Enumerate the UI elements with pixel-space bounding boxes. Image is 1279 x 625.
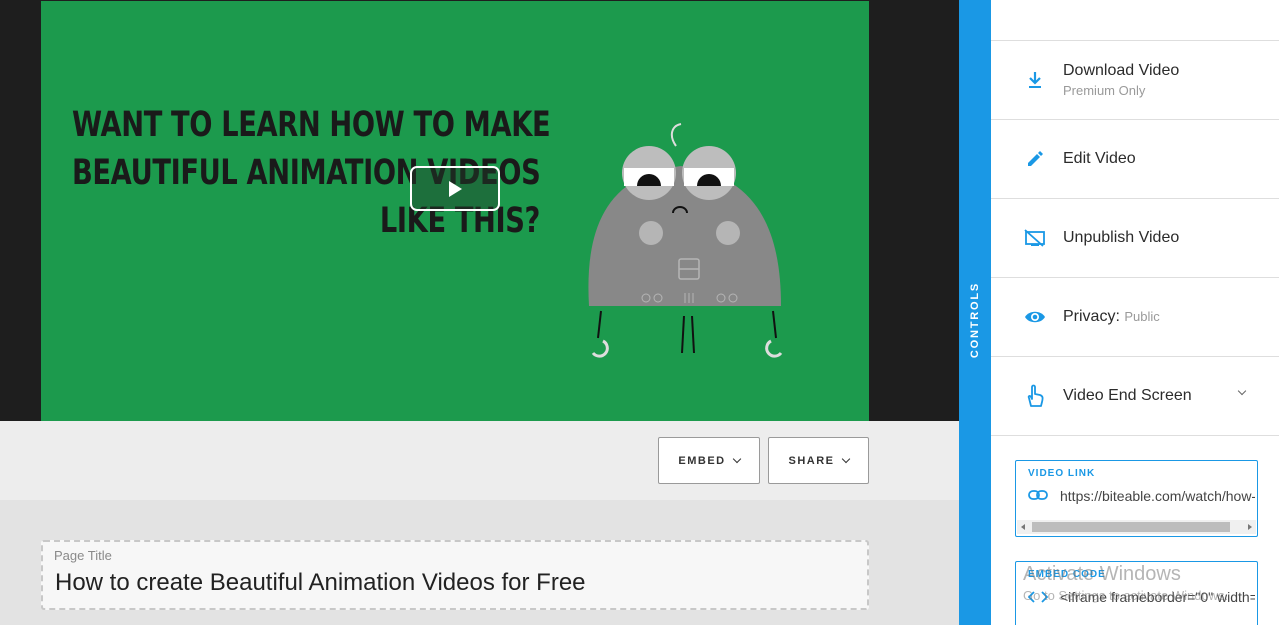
page-title-label: Page Title bbox=[54, 548, 112, 563]
share-button-label: SHARE bbox=[788, 454, 835, 467]
privacy-value: Public bbox=[1124, 309, 1160, 324]
download-video-text: Download Video Premium Only bbox=[1063, 62, 1179, 98]
video-action-bar: EMBED SHARE bbox=[0, 421, 959, 500]
play-button[interactable] bbox=[410, 166, 500, 211]
share-button[interactable]: SHARE bbox=[768, 437, 869, 484]
code-icon bbox=[1027, 590, 1049, 608]
page-title-input[interactable] bbox=[55, 569, 845, 597]
edit-video-item[interactable]: Edit Video bbox=[991, 120, 1279, 199]
link-icon bbox=[1028, 488, 1048, 506]
edit-video-label: Edit Video bbox=[1063, 150, 1136, 167]
main-area: Want to learn how to make beautiful anim… bbox=[0, 0, 959, 625]
page-title-field[interactable]: Page Title bbox=[41, 540, 869, 610]
chevron-down-icon bbox=[1237, 386, 1247, 396]
pencil-icon bbox=[1023, 147, 1047, 171]
hand-pointer-icon bbox=[1023, 384, 1047, 408]
eye-icon bbox=[1023, 305, 1047, 329]
video-link-scrollbar[interactable] bbox=[1017, 520, 1256, 534]
scrollbar-thumb[interactable] bbox=[1032, 522, 1230, 532]
download-video-item[interactable]: Download Video Premium Only bbox=[991, 41, 1279, 120]
download-video-sublabel: Premium Only bbox=[1063, 83, 1146, 98]
video-link-label: VIDEO LINK bbox=[1028, 468, 1096, 479]
scroll-right-icon[interactable] bbox=[1248, 524, 1252, 530]
embed-code-field[interactable]: EMBED CODE bbox=[1015, 561, 1258, 625]
unpublish-icon bbox=[1023, 226, 1047, 250]
scroll-left-icon[interactable] bbox=[1021, 524, 1025, 530]
embed-button[interactable]: EMBED bbox=[658, 437, 760, 484]
privacy-item[interactable]: Privacy: Public bbox=[991, 278, 1279, 357]
embed-code-input[interactable] bbox=[1060, 589, 1255, 605]
download-icon bbox=[1023, 68, 1047, 92]
panel-header bbox=[991, 0, 1279, 41]
video-end-screen-item[interactable]: Video End Screen bbox=[991, 357, 1279, 436]
unpublish-video-item[interactable]: Unpublish Video bbox=[991, 199, 1279, 278]
video-player: Want to learn how to make beautiful anim… bbox=[0, 0, 959, 421]
headline-line-1: Want to learn how to make bbox=[72, 105, 551, 145]
video-link-input[interactable] bbox=[1060, 488, 1255, 504]
controls-tab[interactable]: CONTROLS bbox=[959, 0, 991, 625]
video-end-screen-label: Video End Screen bbox=[1063, 387, 1192, 404]
privacy-text: Privacy: Public bbox=[1063, 308, 1160, 326]
download-video-label: Download Video bbox=[1063, 62, 1180, 79]
play-icon bbox=[449, 180, 462, 197]
privacy-label: Privacy: bbox=[1063, 308, 1120, 325]
embed-button-label: EMBED bbox=[678, 454, 726, 467]
embed-code-label: EMBED CODE bbox=[1028, 569, 1106, 580]
robot-character-illustration bbox=[588, 123, 783, 358]
chevron-down-icon bbox=[841, 454, 850, 464]
unpublish-video-label: Unpublish Video bbox=[1063, 229, 1180, 246]
controls-panel: Download Video Premium Only Edit Video U… bbox=[991, 0, 1279, 625]
video-link-field[interactable]: VIDEO LINK bbox=[1015, 460, 1258, 537]
chevron-down-icon bbox=[732, 454, 741, 464]
controls-tab-label: CONTROLS bbox=[969, 281, 981, 359]
video-frame[interactable]: Want to learn how to make beautiful anim… bbox=[41, 1, 869, 421]
